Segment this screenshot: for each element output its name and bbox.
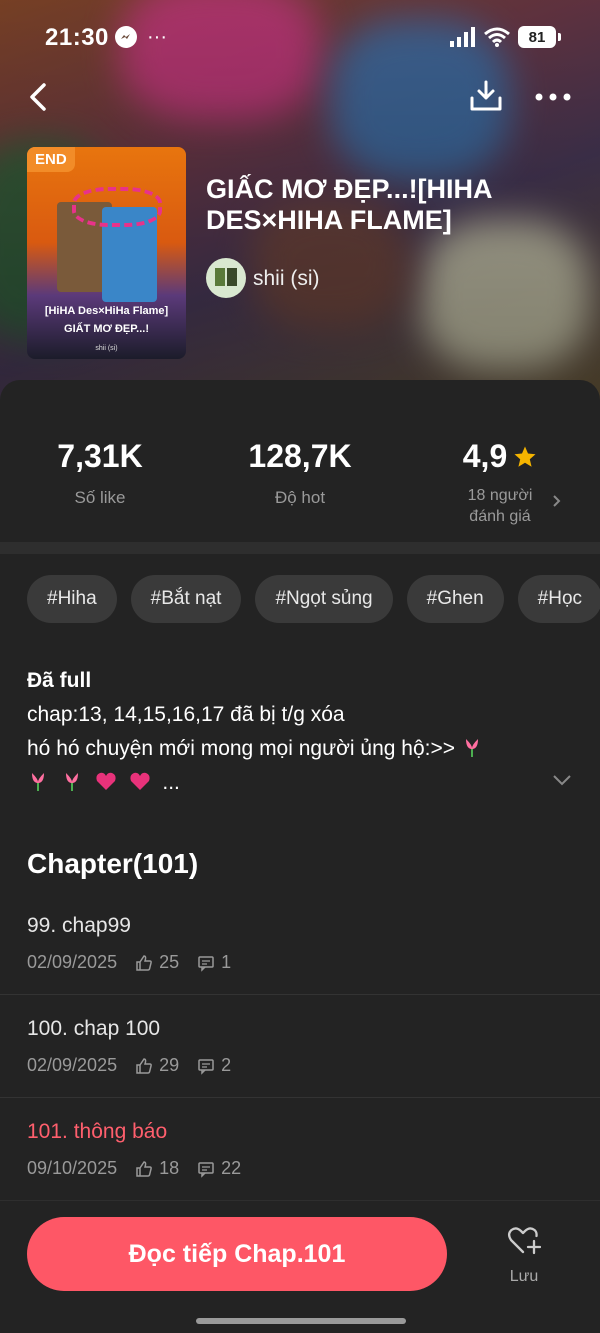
- chapter-meta: 02/09/2025 29 2: [27, 1055, 231, 1076]
- heart-icon: [129, 772, 150, 790]
- description-text: hó hó chuyện mới mong mọi người ủng hộ:>…: [27, 737, 456, 760]
- likes-value: 7,31K: [57, 438, 143, 474]
- tulip-icon: [32, 773, 44, 791]
- chevron-down-icon[interactable]: [552, 773, 572, 787]
- book-title: GIẤC MƠ ĐẸP...![HIHA DES×HIHA FLAME]: [206, 174, 492, 235]
- hot-label: Độ hot: [274, 488, 326, 507]
- wifi-icon: [484, 27, 510, 47]
- bottom-action-bar: Đọc tiếp Chap.101 Lưu: [0, 1200, 600, 1333]
- battery-indicator: 81: [518, 26, 561, 48]
- description-line: hó hó chuyện mới mong mọi người ủng hộ:>…: [27, 732, 547, 766]
- rating-value: 4,9: [462, 438, 508, 474]
- author-name[interactable]: shii (si): [253, 267, 320, 291]
- author-avatar[interactable]: [206, 258, 246, 298]
- description[interactable]: Đã full chap:13, 14,15,16,17 đã bị t/g x…: [27, 664, 547, 800]
- description-line: ...: [27, 766, 547, 800]
- chapter-item[interactable]: 100. chap 100 02/09/2025 29 2: [0, 995, 600, 1098]
- tulip-icon: [65, 773, 78, 791]
- back-button[interactable]: [22, 80, 56, 114]
- download-button[interactable]: [468, 78, 504, 114]
- comment-icon: [198, 955, 214, 972]
- chapter-date: 02/09/2025: [27, 952, 118, 972]
- more-options-button[interactable]: [533, 82, 573, 112]
- save-button[interactable]: Lưu: [494, 1225, 554, 1295]
- chapter-meta: 02/09/2025 25 1: [27, 952, 231, 973]
- chapter-item[interactable]: 99. chap99 02/09/2025 25 1: [0, 892, 600, 995]
- thumbs-up-icon: [136, 954, 152, 971]
- tag-chip[interactable]: #Ngọt sủng: [255, 575, 393, 623]
- messenger-icon: [115, 26, 137, 48]
- status-right: 81: [450, 26, 561, 48]
- detail-panel: 7,31K Số like 128,7K Độ hot 4,9 18 người…: [0, 380, 600, 1333]
- description-heading: Đã full: [27, 669, 92, 692]
- likes-label: Số like: [74, 488, 126, 507]
- chapter-date: 02/09/2025: [27, 1055, 118, 1075]
- chapter-comments: 2: [221, 1055, 232, 1075]
- chapter-likes: 29: [159, 1055, 180, 1075]
- signal-icon: [450, 27, 475, 47]
- comment-icon: [198, 1161, 214, 1178]
- heart-plus-icon: [507, 1227, 542, 1255]
- status-time: 21:30: [45, 24, 109, 51]
- chapter-comments: 22: [221, 1158, 242, 1178]
- chapter-comments: 1: [221, 952, 232, 972]
- hero-header: 21:30 ··· 81 END [HiHA Des×HiHa Flame] G…: [0, 0, 600, 400]
- status-notifications: ···: [115, 26, 167, 48]
- tag-list: #Hiha #Bắt nạt #Ngọt sủng #Ghen #Học: [27, 575, 600, 623]
- rating-block[interactable]: 4,9: [440, 438, 560, 475]
- rating-count-label: 18 người: [467, 487, 533, 504]
- thumbs-up-icon: [136, 1057, 152, 1074]
- chapter-meta: 09/10/2025 18 22: [27, 1158, 241, 1179]
- cover-text: shii (si): [95, 345, 118, 352]
- tag-chip[interactable]: #Học: [517, 575, 600, 623]
- tag-chip[interactable]: #Ghen: [406, 575, 504, 623]
- chapter-name: 101. thông báo: [27, 1120, 168, 1143]
- chapter-likes: 18: [159, 1158, 180, 1178]
- comment-icon: [198, 1058, 214, 1075]
- status-bar: 21:30 ··· 81: [0, 0, 600, 76]
- description-ellipsis: ...: [162, 771, 180, 794]
- continue-reading-button[interactable]: Đọc tiếp Chap.101: [27, 1217, 447, 1291]
- end-badge: END: [27, 147, 75, 172]
- cover-text: GIẤT MƠ ĐẸP...!: [64, 323, 149, 335]
- tag-chip[interactable]: #Hiha: [27, 575, 117, 623]
- chapter-name: 99. chap99: [27, 914, 131, 937]
- tag-chip[interactable]: #Bắt nạt: [130, 575, 242, 623]
- chapter-list-title[interactable]: Chapter(101): [27, 848, 198, 880]
- thumbs-up-icon: [136, 1160, 152, 1177]
- rating-label: đánh giá: [469, 508, 531, 525]
- save-label: Lưu: [509, 1268, 539, 1285]
- description-line: chap:13, 14,15,16,17 đã bị t/g xóa: [27, 703, 345, 726]
- home-indicator[interactable]: [196, 1318, 406, 1324]
- stats-row: 7,31K Số like 128,7K Độ hot 4,9 18 người…: [0, 380, 600, 542]
- tulip-icon: [465, 739, 478, 757]
- chapter-name: 100. chap 100: [27, 1017, 161, 1040]
- chapter-item[interactable]: 101. thông báo 09/10/2025 18 22: [0, 1098, 600, 1201]
- heart-icon: [96, 772, 116, 790]
- more-notifications-icon: ···: [147, 26, 167, 48]
- chapter-likes: 25: [159, 952, 180, 972]
- cover-text: [HiHA Des×HiHa Flame]: [44, 305, 169, 317]
- hot-value: 128,7K: [248, 438, 352, 474]
- book-cover[interactable]: END [HiHA Des×HiHa Flame] GIẤT MƠ ĐẸP...…: [27, 147, 186, 359]
- star-icon: [514, 446, 536, 467]
- chapter-date: 09/10/2025: [27, 1158, 118, 1178]
- chevron-right-icon[interactable]: [550, 494, 564, 508]
- cover-decoration: [72, 187, 162, 227]
- section-divider: [0, 542, 600, 554]
